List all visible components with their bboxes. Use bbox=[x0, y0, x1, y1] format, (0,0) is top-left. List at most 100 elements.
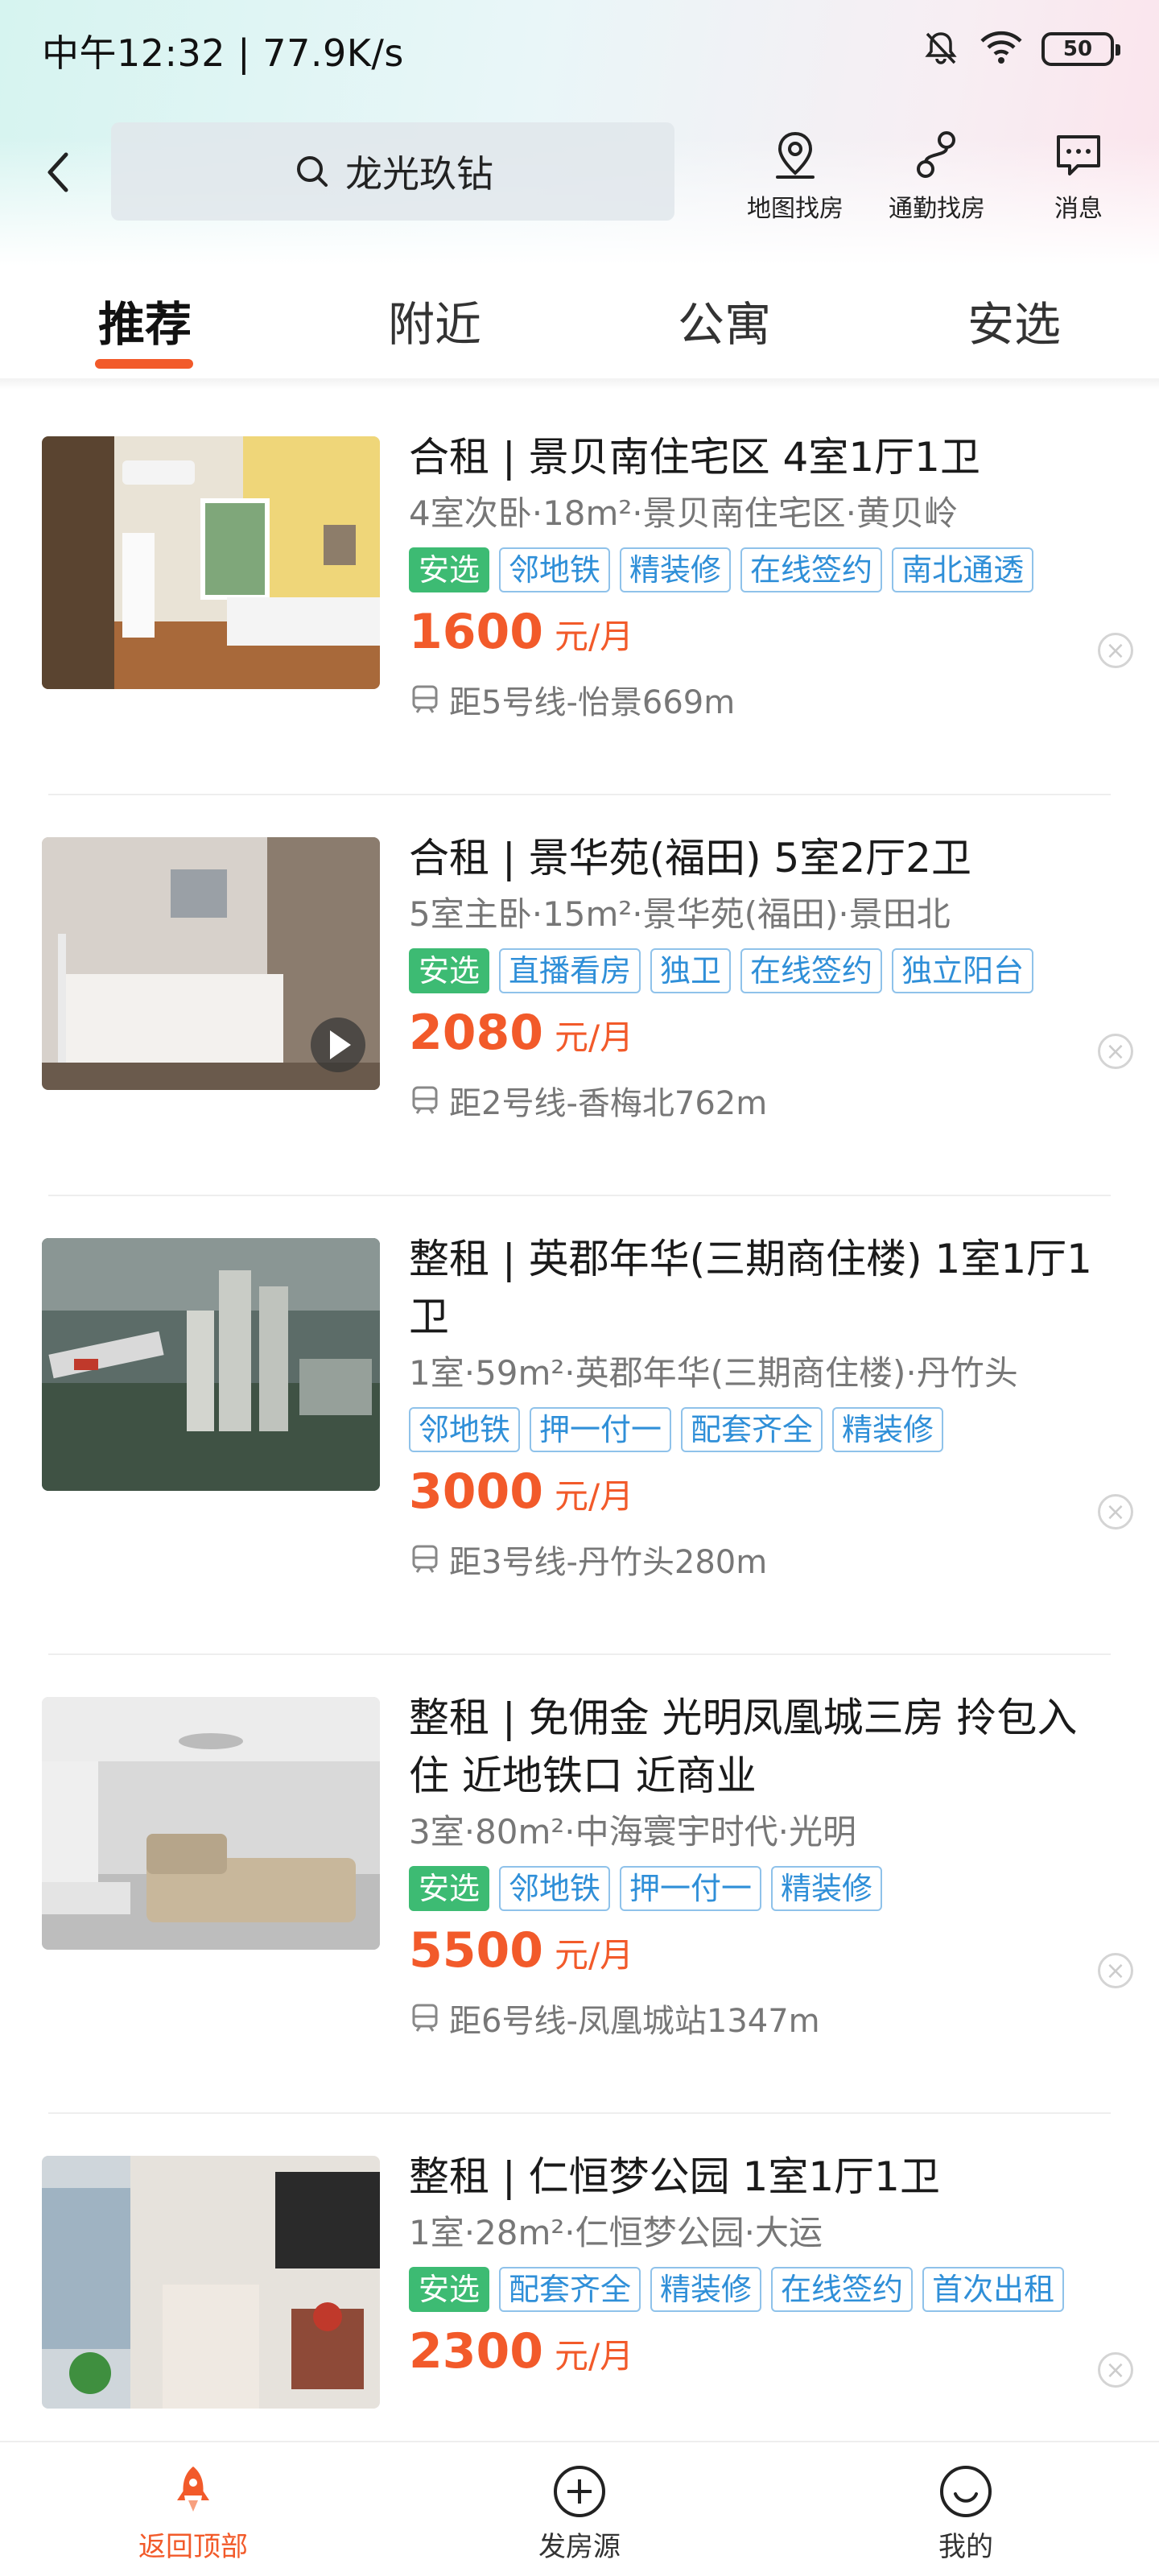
bottom-nav: 返回顶部 发房源 我的 bbox=[0, 2441, 1159, 2576]
listing-tags: 安选 邻地铁 精装修 在线签约 南北通透 bbox=[409, 547, 1117, 592]
smile-face-icon bbox=[940, 2466, 992, 2517]
close-icon: × bbox=[1105, 1037, 1126, 1066]
post-listing-label: 发房源 bbox=[538, 2531, 621, 2563]
listing-tag: 精装修 bbox=[771, 1866, 883, 1911]
search-bar[interactable]: 龙光玖钻 bbox=[111, 122, 674, 221]
category-tabs: 推荐 附近 公寓 安选 bbox=[0, 274, 1159, 370]
metro-info: 距3号线-丹竹头280m bbox=[409, 1536, 1117, 1583]
listing-divider bbox=[48, 1653, 1111, 1655]
listing-tag: 邻地铁 bbox=[499, 547, 611, 592]
listing-price: 1600 bbox=[409, 604, 543, 660]
post-listing-button[interactable]: 发房源 bbox=[499, 2463, 660, 2564]
listing-tag: 独卫 bbox=[650, 948, 732, 993]
rocket-icon bbox=[177, 2467, 209, 2512]
listing-subtitle: 3室·80m²·中海寰宇时代·光明 bbox=[409, 1812, 856, 1852]
listing-subtitle: 4室次卧·18m²·景贝南住宅区·黄贝岭 bbox=[409, 493, 958, 533]
status-time: 中午12:32 | 77.9K/s bbox=[42, 31, 404, 75]
tag-anxuan: 安选 bbox=[409, 948, 490, 993]
battery-indicator: 50 bbox=[1041, 32, 1120, 66]
metro-distance: 距5号线-怡景669m bbox=[449, 684, 736, 721]
listing-title: 整租 | 英郡年华(三期商住楼) 1室1厅1卫 bbox=[409, 1236, 1092, 1340]
listing-tag: 精装修 bbox=[620, 547, 732, 592]
dismiss-listing-button[interactable]: × bbox=[1098, 633, 1133, 668]
tab-nearby[interactable]: 附近 bbox=[354, 287, 515, 354]
listing-divider bbox=[48, 2112, 1111, 2114]
tabs-divider bbox=[0, 378, 1159, 390]
listing-price: 2300 bbox=[409, 2323, 543, 2380]
listing-photo bbox=[42, 2156, 380, 2409]
price-row: 5500 元/月 bbox=[409, 1922, 1117, 1984]
price-unit: 元/月 bbox=[555, 1476, 634, 1516]
metro-info: 距5号线-怡景669m bbox=[409, 676, 1117, 723]
listing-tag: 在线签约 bbox=[740, 547, 883, 592]
close-icon: × bbox=[1105, 1497, 1126, 1526]
metro-distance: 距2号线-香梅北762m bbox=[449, 1085, 768, 1122]
listing-tag: 配套齐全 bbox=[499, 2267, 641, 2312]
listing-tag: 精装修 bbox=[832, 1407, 944, 1452]
price-unit: 元/月 bbox=[555, 1018, 634, 1057]
profile-button[interactable]: 我的 bbox=[885, 2463, 1046, 2564]
listing-divider bbox=[48, 1195, 1111, 1196]
listing-title: 合租 | 景贝南住宅区 4室1厅1卫 bbox=[409, 434, 980, 481]
listing-tag: 首次出租 bbox=[922, 2267, 1065, 2312]
listing-info: 合租 | 景华苑(福田) 5室2厅2卫 5室主卧·15m²·景华苑(福田)·景田… bbox=[409, 829, 1117, 1124]
route-icon bbox=[917, 131, 955, 178]
commute-search-button[interactable]: 通勤找房 bbox=[866, 127, 1008, 224]
listing-tag: 直播看房 bbox=[499, 948, 641, 993]
listing-tag: 押一付一 bbox=[530, 1407, 672, 1452]
listing-tags: 安选 邻地铁 押一付一 精装修 bbox=[409, 1866, 1117, 1911]
listing-tag: 独立阳台 bbox=[892, 948, 1034, 993]
back-to-top-button[interactable]: 返回顶部 bbox=[113, 2463, 274, 2564]
price-unit: 元/月 bbox=[555, 617, 634, 656]
listing-tag: 精装修 bbox=[650, 2267, 762, 2312]
close-icon: × bbox=[1105, 636, 1126, 665]
tab-recommend[interactable]: 推荐 bbox=[64, 287, 225, 354]
listing-photo bbox=[42, 1238, 380, 1491]
active-tab-indicator bbox=[95, 359, 193, 369]
map-search-button[interactable]: 地图找房 bbox=[724, 127, 866, 224]
listing-price: 3000 bbox=[409, 1463, 543, 1520]
listing-price: 2080 bbox=[409, 1005, 543, 1061]
metro-info: 距2号线-香梅北762m bbox=[409, 1077, 1117, 1124]
listing-subtitle: 1室·59m²·英郡年华(三期商住楼)·丹竹头 bbox=[409, 1353, 1018, 1393]
listing-tag: 在线签约 bbox=[771, 2267, 914, 2312]
back-button[interactable] bbox=[32, 147, 84, 198]
listing-divider bbox=[48, 794, 1111, 795]
price-unit: 元/月 bbox=[555, 2336, 634, 2376]
listing-tag: 邻地铁 bbox=[499, 1866, 611, 1911]
listing-subtitle: 1室·28m²·仁恒梦公园·大运 bbox=[409, 2213, 823, 2252]
dismiss-listing-button[interactable]: × bbox=[1098, 1494, 1133, 1530]
listing-subtitle: 5室主卧·15m²·景华苑(福田)·景田北 bbox=[409, 894, 951, 934]
listing-info: 整租 | 免佣金 光明凤凰城三房 拎包入住 近地铁口 近商业 3室·80m²·中… bbox=[409, 1689, 1117, 2041]
mute-bell-icon bbox=[921, 27, 961, 71]
price-row: 2080 元/月 bbox=[409, 1005, 1117, 1066]
back-to-top-label: 返回顶部 bbox=[138, 2531, 248, 2563]
dismiss-listing-button[interactable]: × bbox=[1098, 1034, 1133, 1069]
listing-title: 整租 | 免佣金 光明凤凰城三房 拎包入住 近地铁口 近商业 bbox=[409, 1695, 1078, 1799]
listing-title: 合租 | 景华苑(福田) 5室2厅2卫 bbox=[409, 835, 971, 881]
listing-tags: 邻地铁 押一付一 配套齐全 精装修 bbox=[409, 1407, 1117, 1452]
price-row: 3000 元/月 bbox=[409, 1463, 1117, 1525]
status-icons: 50 bbox=[921, 27, 1120, 71]
dismiss-listing-button[interactable]: × bbox=[1098, 1953, 1133, 1988]
dismiss-listing-button[interactable]: × bbox=[1098, 2352, 1133, 2388]
metro-icon bbox=[412, 685, 438, 713]
listing-photo bbox=[42, 837, 380, 1090]
tag-anxuan: 安选 bbox=[409, 547, 490, 592]
metro-icon bbox=[412, 1545, 438, 1573]
listing-tag: 押一付一 bbox=[620, 1866, 762, 1911]
listing-tags: 安选 配套齐全 精装修 在线签约 首次出租 bbox=[409, 2267, 1117, 2312]
metro-info: 距6号线-凤凰城站1347m bbox=[409, 1995, 1117, 2041]
status-bar: 中午12:32 | 77.9K/s 50 bbox=[0, 0, 1159, 103]
tag-anxuan: 安选 bbox=[409, 1866, 490, 1911]
wifi-icon bbox=[979, 30, 1024, 68]
map-search-label: 地图找房 bbox=[747, 195, 843, 223]
tab-anxuan[interactable]: 安选 bbox=[934, 287, 1095, 354]
listing-tag: 在线签约 bbox=[740, 948, 883, 993]
listing-tag: 配套齐全 bbox=[681, 1407, 823, 1452]
tab-apartment[interactable]: 公寓 bbox=[644, 287, 805, 354]
map-pin-icon bbox=[776, 131, 815, 179]
messages-button[interactable]: 消息 bbox=[1008, 127, 1149, 224]
plus-circle-icon bbox=[554, 2466, 605, 2517]
price-row: 1600 元/月 bbox=[409, 604, 1117, 665]
